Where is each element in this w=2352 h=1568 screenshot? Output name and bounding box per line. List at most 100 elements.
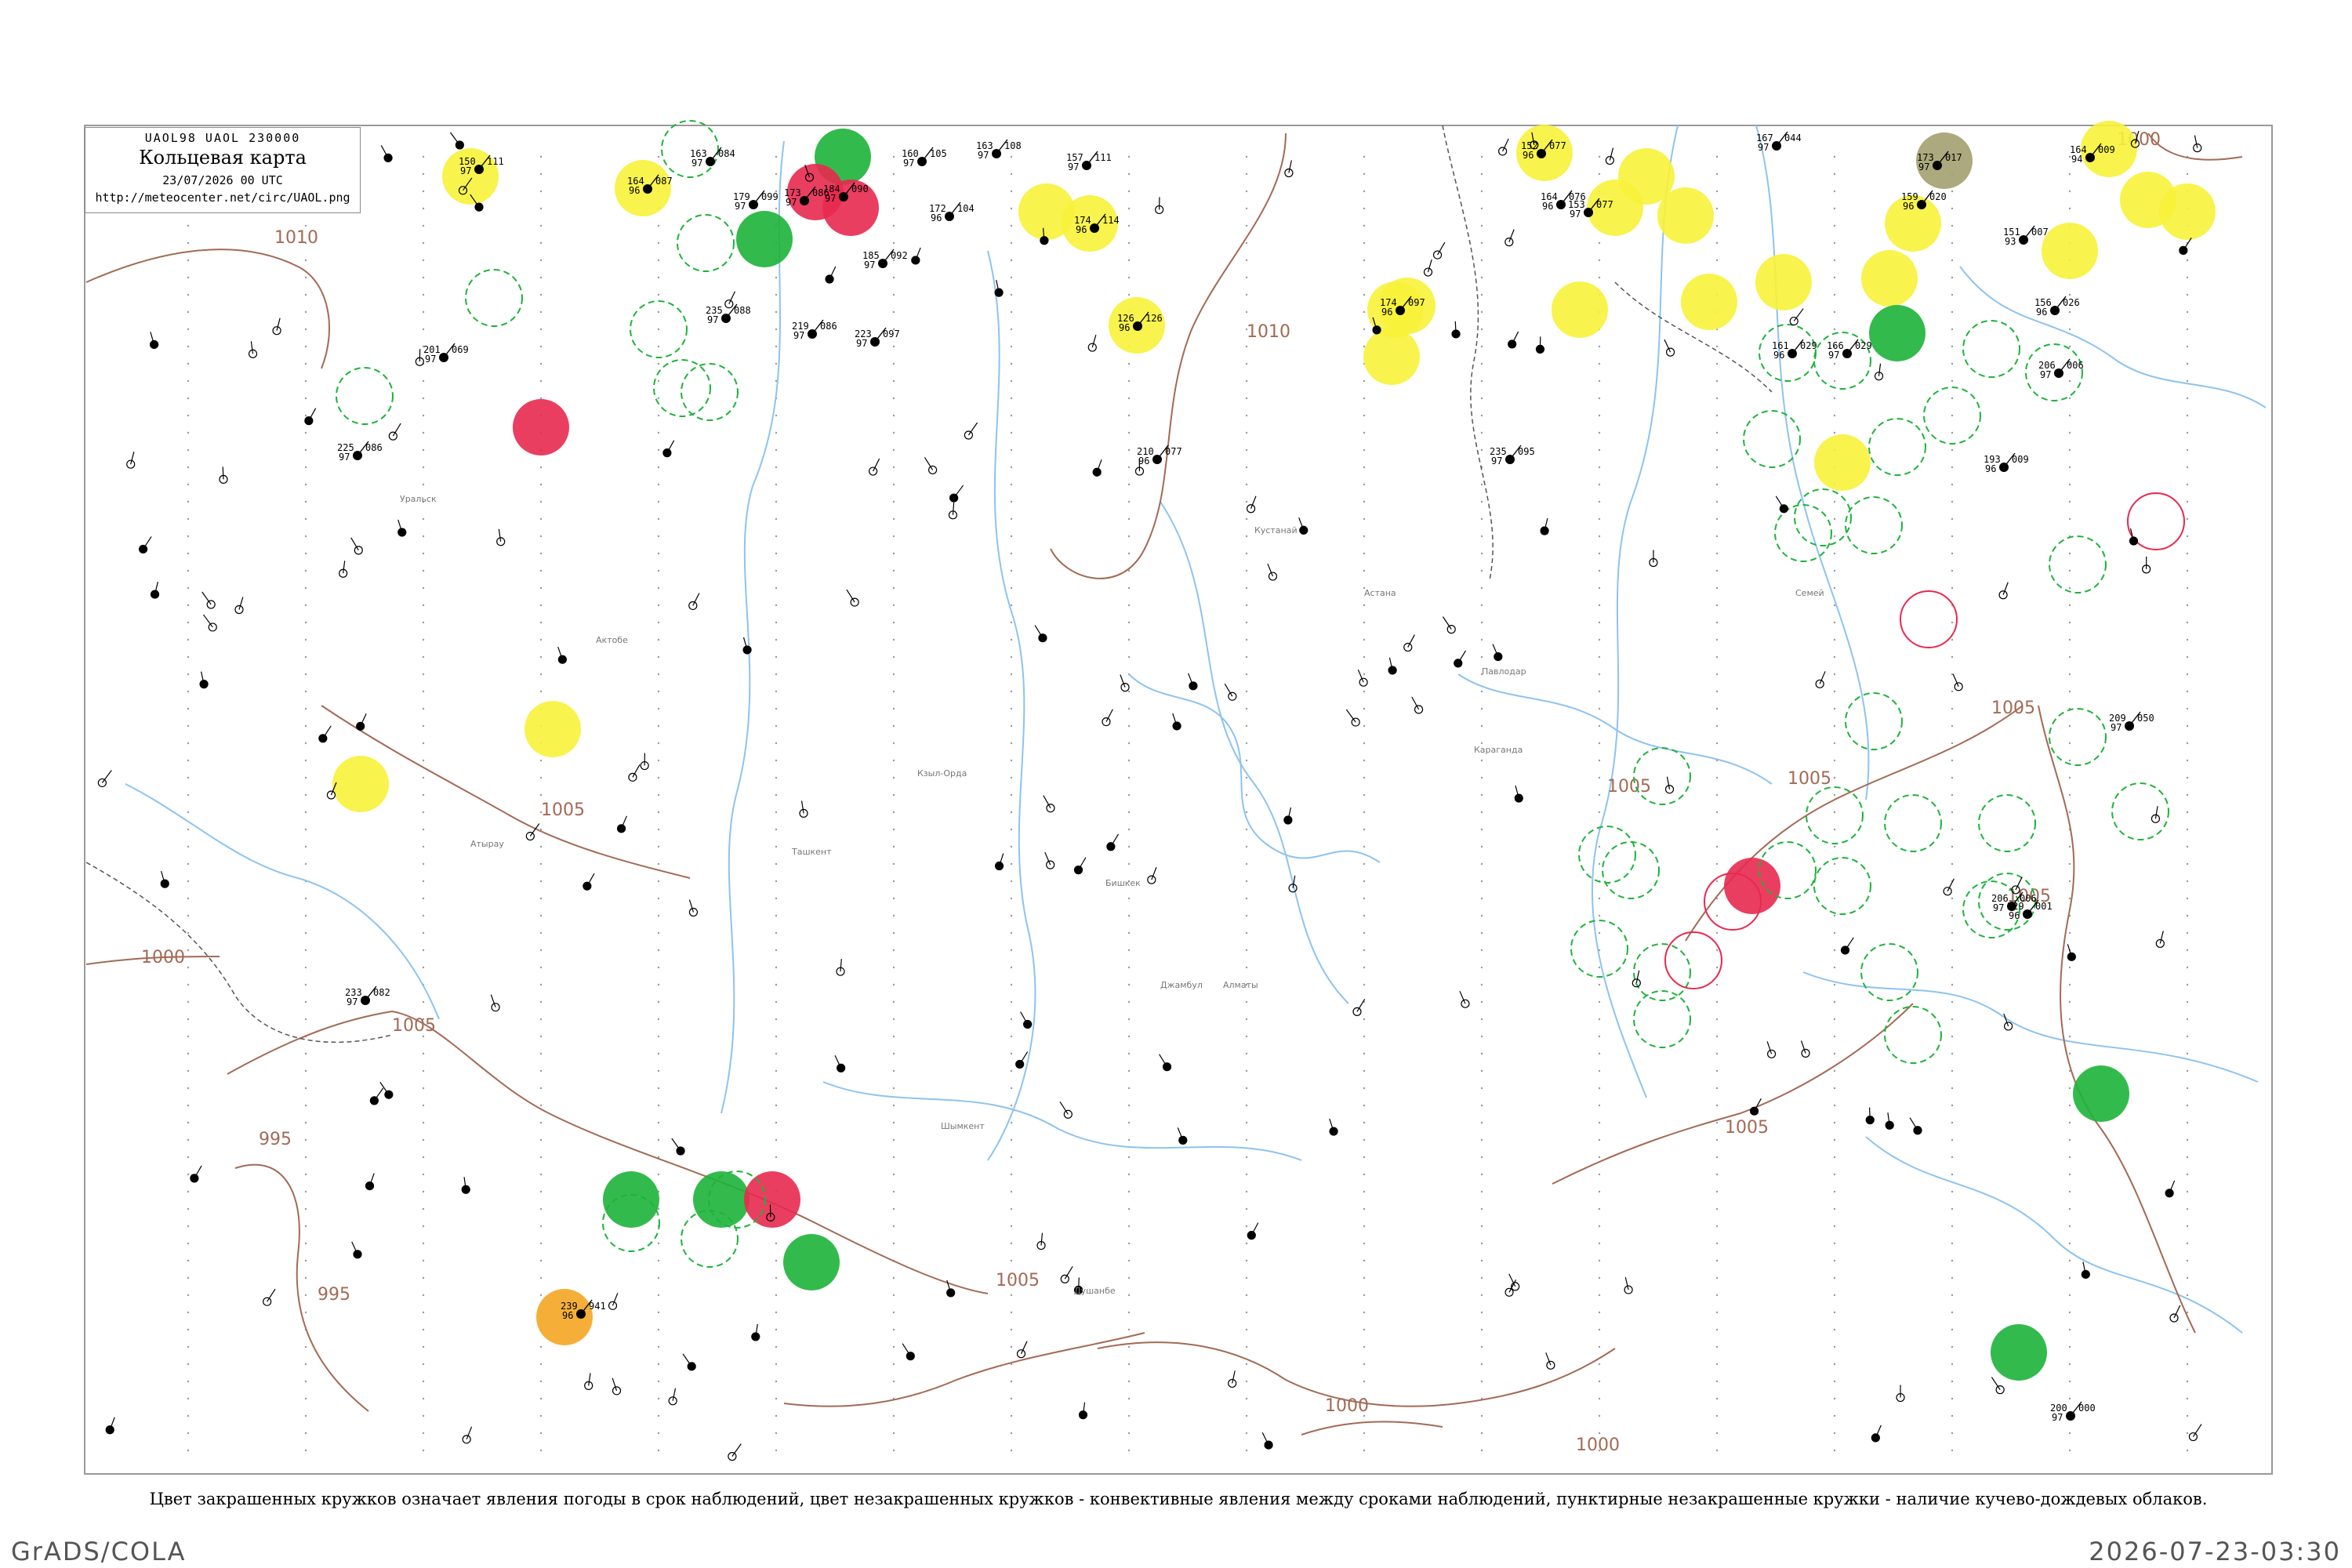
grid-dot <box>304 1173 307 1176</box>
grid-dot <box>1127 1380 1131 1383</box>
grid-dot <box>1951 259 1954 262</box>
grid-dot <box>657 155 660 158</box>
station-code: 96 <box>562 1310 573 1321</box>
grid-dot <box>2068 190 2071 193</box>
grid-dot <box>1010 1225 1013 1228</box>
grid-dot <box>1951 621 1954 624</box>
grid-dot <box>1127 414 1131 417</box>
town-label: Актобе <box>596 635 628 645</box>
grid-dot <box>2068 690 2071 693</box>
grid-dot <box>1951 431 1954 434</box>
station-pressure: 111 <box>1094 152 1112 163</box>
grid-dot <box>775 1104 778 1107</box>
station-pressure: 077 <box>1549 140 1566 151</box>
grid-dot <box>1951 276 1954 279</box>
grid-dot <box>1598 172 1601 176</box>
grid-dot <box>892 345 895 348</box>
grid-dot <box>1833 379 1836 383</box>
grid-dot <box>304 1138 307 1142</box>
grid-dot <box>1010 1259 1013 1262</box>
grid-dot <box>1010 293 1013 296</box>
grid-dot <box>187 793 190 797</box>
grid-dot <box>304 552 307 555</box>
station-pressure: 126 <box>1145 313 1163 324</box>
grid-dot <box>187 1328 190 1331</box>
grid-dot <box>1951 414 1954 417</box>
grid-dot <box>775 828 778 831</box>
grid-dot <box>1598 1363 1601 1366</box>
grid-dot <box>1951 1121 1954 1124</box>
grid-dot <box>1715 448 1719 452</box>
grid-dot <box>304 914 307 917</box>
grid-dot <box>1245 621 1248 624</box>
grid-dot <box>892 914 895 917</box>
grid-dot <box>1715 379 1719 383</box>
station-pressure: 090 <box>851 183 869 194</box>
grid-dot <box>1363 483 1366 486</box>
grid-dot <box>2068 966 2071 969</box>
grid-dot <box>2186 828 2189 831</box>
header-url[interactable]: http://meteocenter.net/circ/UAOL.png <box>85 191 360 205</box>
grid-dot <box>304 569 307 572</box>
grid-dot <box>2068 500 2071 503</box>
grid-dot <box>1245 862 1248 866</box>
grid-dot <box>2186 448 2189 452</box>
grid-dot <box>1363 1294 1366 1297</box>
grid-dot <box>1715 655 1719 659</box>
grid-dot <box>1480 379 1483 383</box>
grid-dot <box>1715 1069 1719 1073</box>
grid-dot <box>1951 397 1954 400</box>
isobar-label: 995 <box>259 1130 292 1149</box>
station-pressure: 088 <box>734 305 751 316</box>
grid-dot <box>1480 949 1483 952</box>
grid-dot <box>1951 966 1954 969</box>
grid-dot <box>892 1207 895 1210</box>
grid-dot <box>2186 1328 2189 1331</box>
grid-dot <box>2068 897 2071 900</box>
grid-dot <box>422 1000 425 1004</box>
grid-dot <box>1833 1156 1836 1159</box>
grid-dot <box>1598 862 1601 866</box>
grid-dot <box>775 897 778 900</box>
grid-dot <box>1833 241 1836 245</box>
grid-dot <box>539 1018 543 1021</box>
grid-dot <box>1951 362 1954 365</box>
grid-dot <box>1245 828 1248 831</box>
grid-dot <box>1715 362 1719 365</box>
grid-dot <box>539 638 543 641</box>
grid-dot <box>539 1207 543 1210</box>
grid-dot <box>1245 638 1248 641</box>
grid-dot <box>304 431 307 434</box>
grid-dot <box>1245 552 1248 555</box>
grid-dot <box>657 1311 660 1314</box>
grid-dot <box>1245 845 1248 848</box>
grid-dot <box>1833 310 1836 314</box>
grid-dot <box>1715 517 1719 521</box>
grid-dot <box>539 862 543 866</box>
station-pressure: 086 <box>820 321 837 332</box>
grid-dot <box>1127 1259 1131 1262</box>
grid-dot <box>2186 1242 2189 1245</box>
grid-dot <box>1833 1121 1836 1124</box>
station-pressure: 941 <box>589 1301 606 1312</box>
grid-dot <box>1010 621 1013 624</box>
grid-dot <box>2068 759 2071 762</box>
weather-circle <box>524 701 581 757</box>
grid-dot <box>1598 535 1601 538</box>
weather-circle <box>1552 281 1608 338</box>
station-code: 97 <box>903 158 914 169</box>
grid-dot <box>1598 604 1601 607</box>
grid-dot <box>2186 604 2189 607</box>
grid-dot <box>1480 966 1483 969</box>
station-code: 96 <box>1119 322 1130 333</box>
grid-dot <box>775 293 778 296</box>
station-pressure: 007 <box>2031 227 2049 238</box>
grid-dot <box>1598 1225 1601 1228</box>
grid-dot <box>1245 466 1248 469</box>
grid-dot <box>1363 1363 1366 1366</box>
grid-dot <box>2186 1207 2189 1210</box>
grid-dot <box>1598 1294 1601 1297</box>
grid-dot <box>657 811 660 814</box>
grid-dot <box>304 1380 307 1383</box>
grid-dot <box>1833 1225 1836 1228</box>
